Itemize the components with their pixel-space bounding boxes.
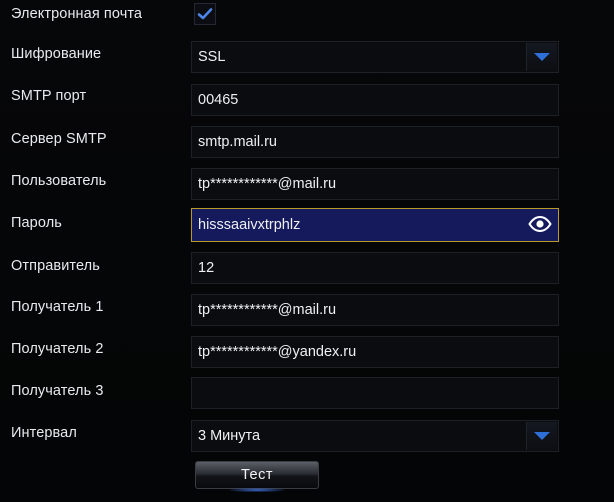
interval-dropdown-button[interactable] bbox=[526, 422, 557, 450]
recipient-2-value: tp************@yandex.ru bbox=[198, 344, 357, 360]
smtp-server-input[interactable]: smtp.mail.ru bbox=[191, 126, 559, 158]
password-input[interactable]: hisssaaivxtrphlz bbox=[191, 208, 559, 242]
recipient-1-input[interactable]: tp************@mail.ru bbox=[191, 294, 559, 326]
test-button-highlight bbox=[230, 488, 284, 492]
recipient-2-label: Получатель 2 bbox=[11, 341, 104, 357]
encryption-dropdown-button[interactable] bbox=[526, 43, 557, 71]
encryption-value: SSL bbox=[198, 49, 226, 65]
test-button[interactable]: Тест bbox=[195, 461, 319, 489]
interval-value: 3 Минута bbox=[198, 428, 261, 444]
encryption-select[interactable]: SSL bbox=[191, 41, 559, 73]
checkmark-icon bbox=[197, 8, 213, 20]
password-label: Пароль bbox=[11, 215, 62, 231]
smtp-port-input[interactable]: 00465 bbox=[191, 84, 559, 116]
email-settings-panel: Электронная почта Шифрование SSL SMTP по… bbox=[0, 0, 614, 502]
recipient-1-value: tp************@mail.ru bbox=[198, 302, 337, 318]
sender-label: Отправитель bbox=[11, 258, 100, 274]
password-visibility-toggle[interactable] bbox=[528, 215, 552, 233]
recipient-1-label: Получатель 1 bbox=[11, 299, 104, 315]
chevron-down-icon bbox=[534, 432, 550, 440]
user-input[interactable]: tp************@mail.ru bbox=[191, 168, 559, 200]
sender-input[interactable]: 12 bbox=[191, 252, 559, 284]
smtp-server-value: smtp.mail.ru bbox=[198, 134, 277, 150]
smtp-port-label: SMTP порт bbox=[11, 88, 87, 104]
email-enable-checkbox[interactable] bbox=[194, 3, 216, 25]
interval-label: Интервал bbox=[11, 425, 77, 441]
recipient-2-input[interactable]: tp************@yandex.ru bbox=[191, 336, 559, 368]
recipient-3-label: Получатель 3 bbox=[11, 383, 104, 399]
user-label: Пользователь bbox=[11, 173, 107, 189]
interval-select[interactable]: 3 Минута bbox=[191, 420, 559, 452]
password-value: hisssaaivxtrphlz bbox=[198, 217, 301, 233]
eye-icon bbox=[528, 216, 552, 232]
sender-value: 12 bbox=[198, 260, 215, 276]
encryption-label: Шифрование bbox=[11, 46, 102, 62]
smtp-port-value: 00465 bbox=[198, 92, 239, 108]
user-value: tp************@mail.ru bbox=[198, 176, 337, 192]
smtp-server-label: Сервер SMTP bbox=[11, 131, 107, 147]
chevron-down-icon bbox=[534, 53, 550, 61]
recipient-3-input[interactable] bbox=[191, 377, 559, 409]
email-label: Электронная почта bbox=[11, 6, 143, 22]
